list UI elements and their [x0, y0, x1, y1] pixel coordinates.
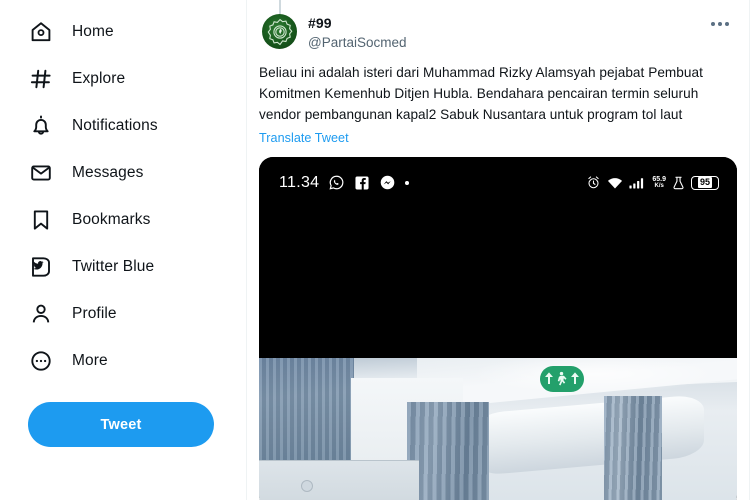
tweet-text: Beliau ini adalah isteri dari Muhammad R… [259, 65, 703, 122]
battery-level: 95 [697, 177, 712, 189]
hashtag-icon [28, 66, 54, 92]
curtain-left [259, 357, 354, 468]
dot [725, 22, 729, 26]
twitter-app-window: Home Explore Notifications Messages Book… [0, 0, 750, 500]
sidebar-item-label: Explore [72, 69, 126, 87]
status-bar-left: 11.34 [279, 173, 410, 192]
cabin-interior-photo [259, 357, 737, 500]
sidebar-item-label: Profile [72, 304, 117, 322]
tweet-media-image[interactable]: 11.34 65.9 K/s 95 [259, 156, 737, 500]
data-rate-value: 65.9 [652, 176, 666, 184]
overhead-duct [474, 393, 704, 476]
sidebar-item-notifications[interactable]: Notifications [28, 102, 246, 149]
data-rate-indicator: 65.9 K/s [652, 176, 666, 189]
author-display-name: #99 [308, 15, 332, 31]
sidebar-item-label: Bookmarks [72, 210, 151, 228]
sidebar-item-bookmarks[interactable]: Bookmarks [28, 196, 246, 243]
sidebar-navigation: Home Explore Notifications Messages Book… [0, 0, 247, 500]
dot [711, 22, 715, 26]
bell-icon [28, 113, 54, 139]
twitter-badge-icon [28, 254, 54, 280]
avatar[interactable] [262, 14, 297, 49]
light-glare [469, 357, 719, 394]
tweet-button-container: Tweet [28, 402, 246, 447]
sidebar-item-explore[interactable]: Explore [28, 55, 246, 102]
author-handle: @PartaiSocmed [308, 34, 407, 50]
sidebar-item-label: Home [72, 22, 114, 40]
home-icon [28, 19, 54, 45]
tweet-author-names: #99 @PartaiSocmed [308, 14, 407, 51]
more-options-button[interactable] [711, 22, 729, 26]
tweet-button[interactable]: Tweet [28, 402, 214, 447]
wifi-icon [607, 176, 623, 190]
alarm-icon [586, 175, 601, 190]
sidebar-item-label: More [72, 351, 108, 369]
sidebar-item-messages[interactable]: Messages [28, 149, 246, 196]
lower-counter [259, 459, 419, 500]
sidebar-item-profile[interactable]: Profile [28, 290, 246, 337]
curtain-right [604, 395, 662, 500]
dot-icon [405, 180, 410, 185]
cabinet-knob-icon [301, 479, 313, 492]
sidebar-item-label: Messages [72, 163, 144, 181]
signal-icon [629, 176, 646, 190]
sidebar-item-home[interactable]: Home [28, 8, 246, 55]
phone-status-bar: 11.34 65.9 K/s 95 [259, 171, 737, 195]
messenger-icon [379, 174, 396, 191]
status-bar-clock: 11.34 [279, 173, 320, 191]
tweet-text-container: Beliau ini adalah isteri dari Muhammad R… [247, 51, 749, 148]
status-bar-right: 65.9 K/s 95 [586, 175, 719, 190]
translate-tweet-link[interactable]: Translate Tweet [259, 129, 349, 148]
emergency-exit-sign [540, 365, 584, 392]
person-icon [28, 301, 54, 327]
avatar-emblem-icon [267, 18, 292, 45]
data-rate-unit: K/s [654, 183, 664, 190]
flask-icon [672, 176, 685, 190]
whatsapp-icon [328, 174, 345, 191]
sidebar-item-label: Twitter Blue [72, 257, 155, 275]
sidebar-item-label: Notifications [72, 116, 158, 134]
sidebar-item-twitter-blue[interactable]: Twitter Blue [28, 243, 246, 290]
facebook-icon [354, 175, 370, 191]
battery-indicator: 95 [691, 175, 719, 190]
bookmark-icon [28, 207, 54, 233]
more-circle-icon [28, 348, 54, 374]
sidebar-item-more[interactable]: More [28, 337, 246, 384]
envelope-icon [28, 160, 54, 186]
tweet-header: #99 @PartaiSocmed [247, 0, 749, 51]
dot [718, 22, 722, 26]
phone-screenshot-dark-area: 11.34 65.9 K/s 95 [259, 156, 737, 358]
curtain-middle [407, 401, 489, 500]
tweet-detail-column: #99 @PartaiSocmed Beliau ini adalah iste… [247, 0, 750, 500]
